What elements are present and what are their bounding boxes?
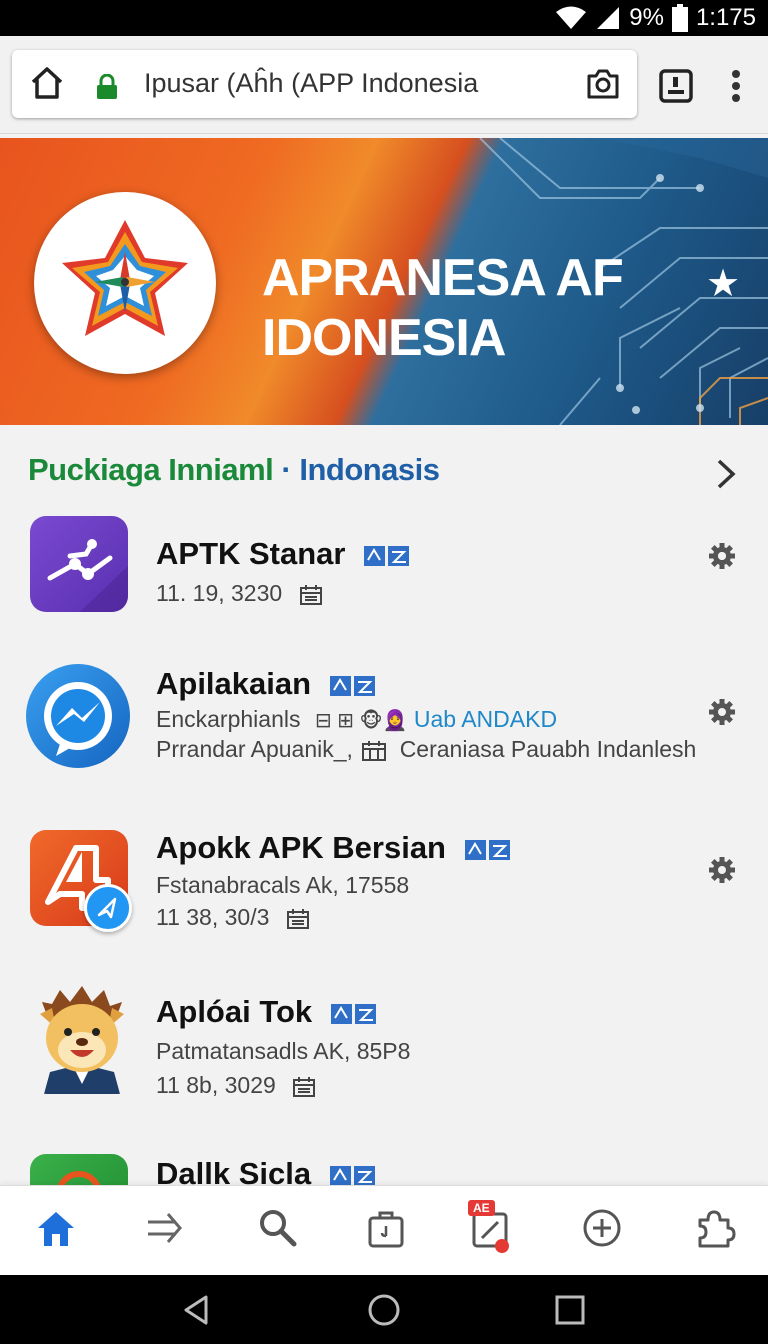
browser-toolbar: Ipusar (Aĥh (APP Indonesia <box>0 36 768 134</box>
home-circle-icon[interactable] <box>367 1293 401 1327</box>
gear-icon[interactable] <box>708 698 736 726</box>
app-name: Apokk APK Bersian <box>156 830 511 866</box>
app-meta: 11. 19, 3230 <box>156 580 323 607</box>
banner-title-line1: APRANESA AF <box>262 249 624 307</box>
app-name: APTK Stanar <box>156 536 410 572</box>
app-name: Dallk Sicla <box>156 1156 376 1185</box>
calendar-icon <box>293 1076 316 1097</box>
banner-title: APRANESA AF IDONESIA <box>262 248 624 368</box>
status-bar: 9% 1:175 <box>0 0 768 36</box>
clock: 1:175 <box>695 4 756 31</box>
list-item[interactable]: APTK Stanar 11. 19, 3230 <box>0 512 768 622</box>
bottom-navigation: AE <box>0 1185 768 1275</box>
calendar-icon <box>286 908 309 929</box>
app-name: Apilakaian <box>156 666 376 702</box>
camera-icon[interactable] <box>585 66 621 102</box>
emoji-icons: ⊟ ⊞ 🐵🧕 <box>314 710 408 732</box>
send-icon <box>97 897 117 919</box>
calendar-icon <box>299 584 322 605</box>
gear-icon[interactable] <box>708 856 736 884</box>
install-badge[interactable] <box>84 884 132 932</box>
verified-badge-icon <box>330 1003 376 1024</box>
banner-title-line2: IDONESIA <box>262 309 506 367</box>
section-title-part1: Puckiaga Inniaml <box>28 452 274 487</box>
notification-badge: AE <box>468 1200 495 1216</box>
section-title: Puckiaga Inniaml · Indonasis <box>28 452 440 488</box>
calendar-icon <box>362 740 387 761</box>
home-icon[interactable] <box>34 1206 78 1250</box>
app-meta-secondary: 11 38, 30/3 <box>156 904 310 931</box>
edit-calendar-icon[interactable]: AE <box>468 1200 518 1256</box>
signal-icon <box>597 7 620 29</box>
system-navigation-bar <box>0 1275 768 1344</box>
list-item[interactable]: Dallk Sicla <box>0 1150 768 1185</box>
chevron-right-icon[interactable] <box>712 458 740 490</box>
app-logo <box>34 192 216 374</box>
hero-banner: APRANESA AF IDONESIA ★ <box>0 138 768 425</box>
battery-percent: 9% <box>629 4 664 31</box>
wifi-icon <box>556 6 587 29</box>
home-icon[interactable] <box>30 66 64 100</box>
app-meta-secondary: Prrandar Apuanik_, Ceraniasa Pauabh Inda… <box>156 736 697 762</box>
tab-switcher-icon[interactable] <box>658 68 694 104</box>
verified-badge-icon <box>464 839 510 860</box>
verified-badge-icon <box>329 1165 375 1185</box>
battery-icon <box>671 4 688 32</box>
bag-icon[interactable] <box>364 1206 408 1250</box>
section-title-separator: · <box>273 452 300 487</box>
verified-badge-icon <box>364 545 410 566</box>
forward-icon[interactable] <box>142 1206 186 1250</box>
app-name: Aplóai Tok <box>156 994 377 1030</box>
section-title-part2: Indonasis <box>299 452 440 487</box>
app-icon[interactable] <box>30 984 134 1094</box>
gear-icon[interactable] <box>708 542 736 570</box>
app-icon[interactable] <box>30 1154 128 1185</box>
search-icon[interactable] <box>256 1206 300 1250</box>
compass-star-logo <box>62 220 188 336</box>
app-meta: Fstanabracals Ak, 17558 <box>156 872 410 898</box>
star-icon[interactable]: ★ <box>706 261 740 306</box>
developer-link[interactable]: Uab ANDAKD <box>414 706 557 732</box>
recents-icon[interactable] <box>553 1293 587 1327</box>
messenger-bolt-icon <box>44 682 112 756</box>
address-bar[interactable]: Ipusar (Aĥh (APP Indonesia <box>12 50 637 118</box>
list-item[interactable]: Apilakaian Enckarphianls ⊟ ⊞ 🐵🧕 Uab ANDA… <box>0 660 768 780</box>
verified-badge-icon <box>329 675 375 696</box>
app-meta: Enckarphianls ⊟ ⊞ 🐵🧕 Uab ANDAKD <box>156 706 558 732</box>
add-circle-icon[interactable] <box>580 1206 624 1250</box>
app-meta: Patmatansadls AK, 85P8 <box>156 1038 411 1064</box>
puzzle-icon[interactable] <box>692 1206 736 1250</box>
app-meta-secondary: 11 8b, 3029 <box>156 1072 316 1099</box>
app-logo-icon <box>57 1171 101 1185</box>
more-vert-icon[interactable] <box>724 66 748 106</box>
list-item[interactable]: Aplóai Tok Patmatansadls AK, 85P8 11 8b,… <box>0 984 768 1104</box>
back-icon[interactable] <box>180 1293 214 1327</box>
app-icon[interactable] <box>30 516 128 612</box>
url-text[interactable]: Ipusar (Aĥh (APP Indonesia <box>144 68 478 99</box>
list-item[interactable]: Apokk APK Bersian Fstanabracals Ak, 1755… <box>0 826 768 946</box>
share-nodes-icon <box>47 539 128 612</box>
lock-icon <box>97 74 117 99</box>
app-icon[interactable] <box>26 664 130 768</box>
cartoon-mascot-icon <box>40 986 124 1094</box>
